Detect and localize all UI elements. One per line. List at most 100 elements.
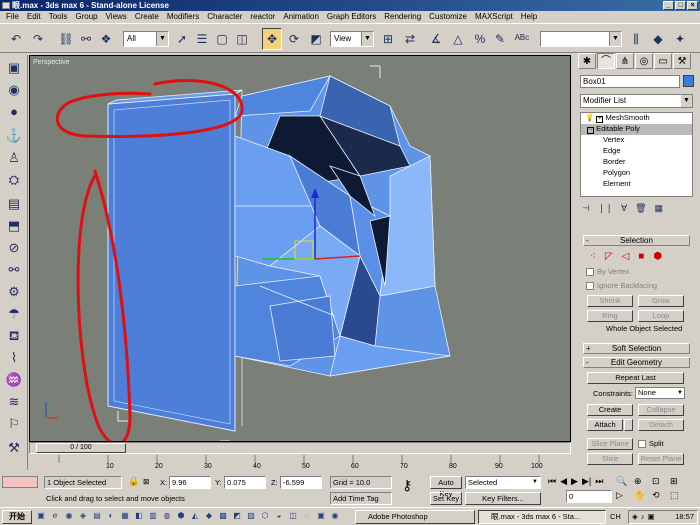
utilities-tab-icon[interactable]: ⚒ — [673, 53, 691, 69]
object-color-swatch[interactable] — [683, 75, 694, 87]
vertex-mode-icon[interactable]: ⁖ — [590, 251, 596, 262]
attach-button[interactable]: Attach — [587, 419, 623, 431]
zoom-extents-icon[interactable]: ⊡ — [652, 476, 670, 487]
quicklaunch-app-icon[interactable]: ▩ — [218, 511, 228, 521]
reset-plane-button[interactable]: Reset Plane — [638, 453, 684, 465]
quicklaunch-app-icon[interactable]: ◩ — [232, 511, 242, 521]
task-photoshop[interactable]: Adobe Photoshop — [355, 510, 475, 524]
selection-filter-dropdown[interactable]: All ▼ — [123, 31, 169, 47]
mirror-icon[interactable]: ⇄ — [400, 28, 420, 50]
zoom-extents-all-icon[interactable]: ⊞ — [670, 476, 688, 487]
modifier-icon[interactable]: ⬒ — [4, 217, 24, 235]
stack-item-vertex[interactable]: Vertex — [581, 135, 692, 146]
quicklaunch-app-icon[interactable]: ⬡ — [260, 511, 270, 521]
perspective-viewport[interactable]: Perspective — [29, 55, 571, 442]
expand-icon[interactable]: + — [596, 116, 604, 123]
quicklaunch-app-icon[interactable]: ◈ — [78, 511, 88, 521]
quicklaunch-app-icon[interactable]: ◐ — [106, 511, 116, 521]
zoom-all-icon[interactable]: ⊕ — [634, 476, 652, 487]
editable-poly-mesh[interactable] — [234, 75, 451, 377]
stack-item-editable-poly[interactable]: − Editable Poly — [581, 124, 692, 135]
quicklaunch-app-icon[interactable]: ◌ — [302, 511, 312, 521]
absolute-mode-icon[interactable]: ⊠ — [143, 476, 149, 487]
create-geometry-icon[interactable]: ▣ — [4, 59, 24, 77]
stack-item-polygon[interactable]: Polygon — [581, 168, 692, 179]
hierarchy-tab-icon[interactable]: ⋔ — [616, 53, 634, 69]
biped-icon[interactable]: ♙ — [4, 149, 24, 167]
quicklaunch-app-icon[interactable]: ▤ — [92, 511, 102, 521]
zoom-icon[interactable]: 🔍 — [616, 476, 634, 487]
cloth-icon[interactable]: ⚐ — [4, 415, 24, 433]
menu-customize[interactable]: Customize — [425, 11, 471, 23]
x-coordinate-field[interactable]: 9.96 — [169, 476, 211, 489]
by-vertex-checkbox[interactable]: By Vertex — [586, 267, 629, 277]
camera-icon[interactable]: ⛾ — [4, 327, 24, 345]
percent-snap-icon[interactable]: % — [470, 28, 490, 50]
remove-modifier-icon[interactable]: 🗑 — [635, 203, 646, 214]
lock-icon[interactable]: 🔒 — [128, 476, 139, 487]
y-coordinate-field[interactable]: 0.075 — [224, 476, 266, 489]
tray-icon[interactable]: ▣ — [648, 511, 655, 523]
pivot-center-icon[interactable]: ⊞ — [378, 28, 398, 50]
menu-graph-editors[interactable]: Graph Editors — [323, 11, 380, 23]
slice-button[interactable]: Slice — [587, 453, 633, 465]
sphere-icon[interactable]: ● — [4, 103, 24, 121]
language-indicator[interactable]: CH — [610, 511, 621, 522]
menu-animation[interactable]: Animation — [279, 11, 323, 23]
start-button[interactable]: 开始 — [2, 510, 32, 524]
key-icon[interactable]: ⚷ — [402, 478, 412, 492]
quicklaunch-app-icon[interactable]: ◒ — [274, 511, 284, 521]
shrink-button[interactable]: Shrink — [587, 295, 633, 307]
menu-create[interactable]: Create — [131, 11, 163, 23]
menu-character[interactable]: Character — [203, 11, 246, 23]
lightbulb-icon[interactable]: 💡 — [585, 113, 594, 122]
rectangular-selection-icon[interactable]: ▢ — [212, 28, 232, 50]
quicklaunch-app-icon[interactable]: ◫ — [288, 511, 298, 521]
undo-icon[interactable]: ↶ — [6, 28, 26, 50]
previous-frame-icon[interactable]: ◀ — [560, 476, 567, 487]
show-end-result-icon[interactable]: ❘❘ — [598, 203, 613, 214]
minimize-button[interactable]: _ — [663, 1, 674, 10]
quicklaunch-app-icon[interactable]: ⬢ — [176, 511, 186, 521]
bind-space-warp-icon[interactable]: ❖ — [96, 28, 116, 50]
repeat-last-button[interactable]: Repeat Last — [587, 372, 684, 384]
reactor-icon[interactable]: ♒ — [4, 371, 24, 389]
maximize-button[interactable]: □ — [675, 1, 686, 10]
set-key-button[interactable]: Set Key — [430, 492, 462, 505]
motion-tab-icon[interactable]: ◎ — [635, 53, 653, 69]
named-selection-sets-dropdown[interactable]: ▼ — [540, 31, 622, 47]
quicklaunch-app-icon[interactable]: ◆ — [204, 511, 214, 521]
bone-icon[interactable]: ⚯ — [4, 261, 24, 279]
select-and-scale-icon[interactable]: ◩ — [306, 28, 326, 50]
quicklaunch-app-icon[interactable]: ▣ — [316, 511, 326, 521]
menu-rendering[interactable]: Rendering — [380, 11, 425, 23]
selection-rollout-header[interactable]: - Selection — [583, 235, 690, 246]
stack-item-border[interactable]: Border — [581, 157, 692, 168]
task-3dsmax[interactable]: 眼.max - 3ds max 6 - Sta... — [478, 510, 606, 524]
ignore-backfacing-checkbox[interactable]: Ignore Backfacing — [586, 281, 657, 291]
menu-modifiers[interactable]: Modifiers — [163, 11, 203, 23]
menu-edit[interactable]: Edit — [23, 11, 45, 23]
quicklaunch-app-icon[interactable]: ◧ — [134, 511, 144, 521]
pan-icon[interactable]: ✋ — [634, 490, 652, 501]
edge-mode-icon[interactable]: ◸ — [605, 251, 613, 262]
close-button[interactable]: × — [687, 1, 698, 10]
auto-key-button[interactable]: Auto Key — [430, 476, 462, 498]
loop-button[interactable]: Loop — [638, 310, 684, 322]
modify-tab-icon[interactable]: ⌒ — [597, 53, 615, 69]
field-of-view-icon[interactable]: ▷ — [616, 490, 634, 501]
select-by-name-icon[interactable]: ☰ — [192, 28, 212, 50]
named-selection-icon[interactable]: ᴬᴮᶜ — [512, 28, 532, 50]
soft-selection-rollout-header[interactable]: + Soft Selection — [583, 343, 690, 354]
create-button[interactable]: Create — [587, 404, 633, 416]
time-slider[interactable]: 0 / 100 — [29, 442, 571, 454]
spring-icon[interactable]: ⚒ — [4, 439, 24, 457]
stack-item-meshsmooth[interactable]: 💡 + MeshSmooth — [581, 113, 692, 124]
menu-reactor[interactable]: reactor — [246, 11, 279, 23]
key-filters-button[interactable]: Key Filters... — [465, 492, 541, 505]
spinner-snap-icon[interactable]: ✎ — [490, 28, 510, 50]
unlink-icon[interactable]: ⚯ — [76, 28, 96, 50]
quicklaunch-app-icon[interactable]: ◭ — [190, 511, 200, 521]
particle-icon[interactable]: ⚙ — [4, 283, 24, 301]
create-tab-icon[interactable]: ✱ — [578, 53, 596, 69]
